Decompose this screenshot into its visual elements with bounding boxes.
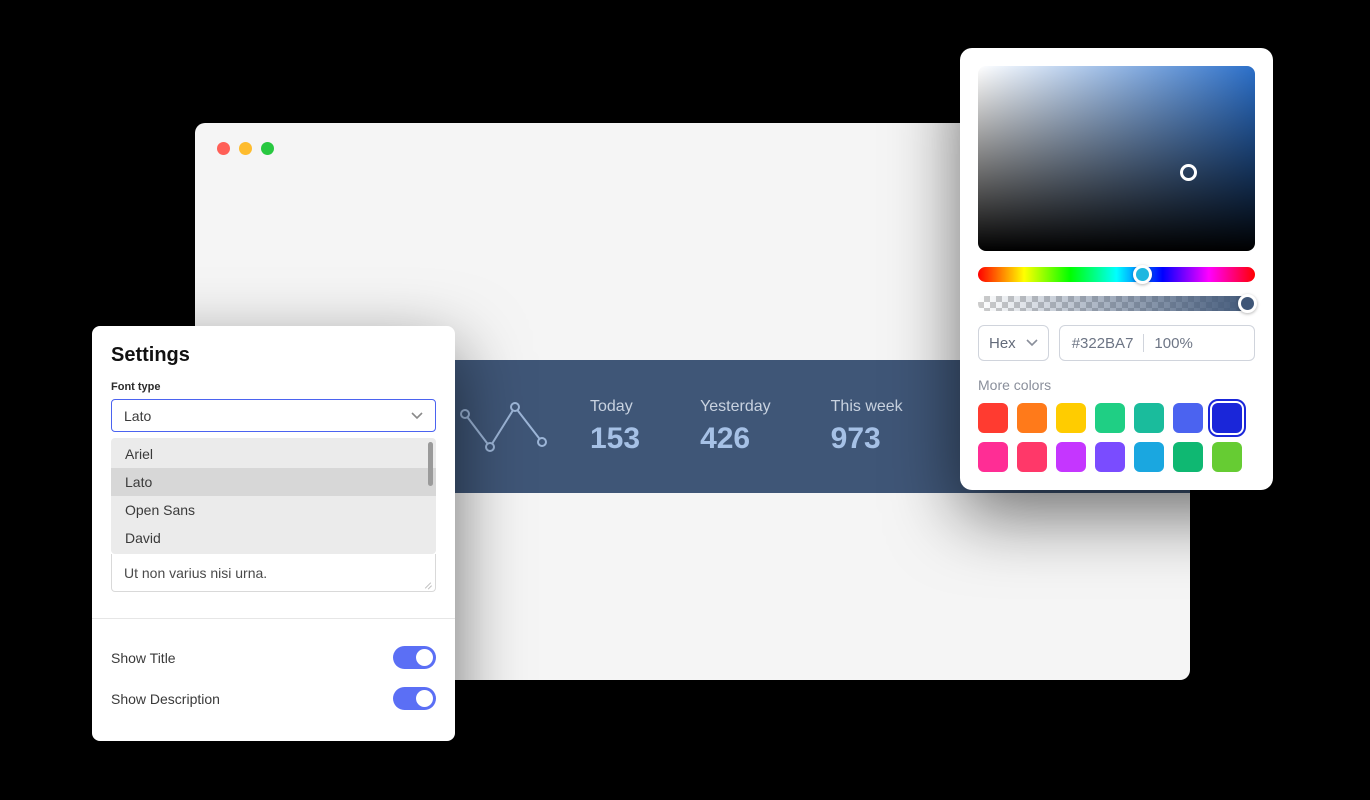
font-option[interactable]: Ariel xyxy=(111,440,436,468)
color-swatch[interactable] xyxy=(1095,403,1125,433)
stat-label: Today xyxy=(590,398,640,416)
color-format-select[interactable]: Hex xyxy=(978,325,1049,361)
opacity-value: 100% xyxy=(1154,335,1192,352)
swatch-grid xyxy=(978,403,1255,472)
color-swatch[interactable] xyxy=(1017,442,1047,472)
stat-block: This week 973 xyxy=(831,398,903,456)
stat-label: This week xyxy=(831,398,903,416)
font-option[interactable]: Open Sans xyxy=(111,496,436,524)
color-swatch[interactable] xyxy=(978,442,1008,472)
show-title-toggle[interactable] xyxy=(393,646,436,669)
sparkline-icon xyxy=(460,392,560,462)
toggle-label: Show Title xyxy=(111,650,176,666)
toggle-knob-icon xyxy=(416,690,433,707)
divider xyxy=(92,618,455,619)
toggle-row-show-description: Show Description xyxy=(92,678,455,719)
font-option[interactable]: David xyxy=(111,524,436,552)
stat-value: 973 xyxy=(831,422,903,456)
close-window-icon[interactable] xyxy=(217,142,230,155)
more-colors-label: More colors xyxy=(978,377,1255,393)
color-format-value: Hex xyxy=(989,335,1016,352)
settings-panel: Settings Font type Lato Ariel Lato Open … xyxy=(92,326,455,741)
hue-thumb-icon[interactable] xyxy=(1133,265,1152,284)
color-swatch[interactable] xyxy=(1173,403,1203,433)
color-cursor-icon[interactable] xyxy=(1180,164,1197,181)
saturation-brightness-field[interactable] xyxy=(978,66,1255,251)
chevron-down-icon xyxy=(411,407,423,425)
stat-label: Yesterday xyxy=(700,398,771,416)
toggle-row-show-title: Show Title xyxy=(92,637,455,678)
stat-block: Today 153 xyxy=(590,398,640,456)
font-select[interactable]: Lato xyxy=(111,399,436,432)
color-swatch[interactable] xyxy=(978,403,1008,433)
chevron-down-icon xyxy=(1026,339,1038,347)
minimize-window-icon[interactable] xyxy=(239,142,252,155)
color-swatch[interactable] xyxy=(1017,403,1047,433)
font-select-value: Lato xyxy=(124,408,151,424)
description-input[interactable]: Ut non varius nisi urna. xyxy=(111,554,436,592)
hex-input[interactable]: #322BA7 100% xyxy=(1059,325,1255,361)
font-option[interactable]: Lato xyxy=(111,468,436,496)
font-type-label: Font type xyxy=(92,377,455,399)
color-swatch[interactable] xyxy=(1056,403,1086,433)
color-swatch[interactable] xyxy=(1212,403,1242,433)
font-dropdown-list: Ariel Lato Open Sans David xyxy=(111,438,436,554)
color-swatch[interactable] xyxy=(1173,442,1203,472)
hue-slider[interactable] xyxy=(978,267,1255,282)
color-swatch[interactable] xyxy=(1134,442,1164,472)
resize-handle-icon[interactable] xyxy=(422,578,432,588)
color-swatch[interactable] xyxy=(1212,442,1242,472)
settings-title: Settings xyxy=(92,326,455,377)
scrollbar-thumb[interactable] xyxy=(428,442,433,486)
opacity-slider[interactable] xyxy=(978,296,1255,311)
toggle-knob-icon xyxy=(416,649,433,666)
color-inputs-row: Hex #322BA7 100% xyxy=(978,325,1255,361)
stat-block: Yesterday 426 xyxy=(700,398,771,456)
divider xyxy=(1143,334,1144,352)
opacity-thumb-icon[interactable] xyxy=(1238,294,1257,313)
window-controls xyxy=(217,142,274,155)
stat-value: 153 xyxy=(590,422,640,456)
color-picker-panel: Hex #322BA7 100% More colors xyxy=(960,48,1273,490)
show-description-toggle[interactable] xyxy=(393,687,436,710)
description-value: Ut non varius nisi urna. xyxy=(124,565,267,581)
color-swatch[interactable] xyxy=(1056,442,1086,472)
hex-value: #322BA7 xyxy=(1072,335,1134,352)
maximize-window-icon[interactable] xyxy=(261,142,274,155)
toggle-label: Show Description xyxy=(111,691,220,707)
color-swatch[interactable] xyxy=(1095,442,1125,472)
stat-value: 426 xyxy=(700,422,771,456)
color-swatch[interactable] xyxy=(1134,403,1164,433)
